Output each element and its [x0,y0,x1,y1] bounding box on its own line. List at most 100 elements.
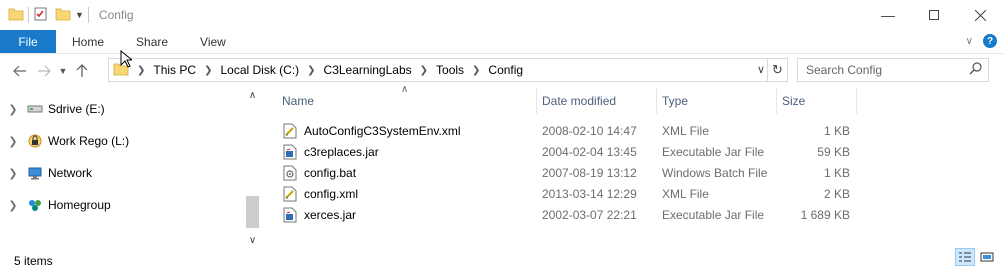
scroll-down-icon[interactable]: ∨ [244,235,261,246]
customize-qat-icon[interactable]: ▼ [75,10,84,20]
tab-file[interactable]: File [0,30,56,53]
homegroup-icon [26,197,44,213]
sidebar-item-work-rego[interactable]: ❯ Work Rego (L:) [0,129,240,153]
window-controls: — [865,0,1003,30]
chevron-right-icon[interactable]: ❯ [472,65,480,76]
file-name[interactable]: c3replaces.jar [304,145,379,159]
ribbon-right-controls: ∨ ? [966,34,997,48]
table-row[interactable]: config.bat 2007-08-19 13:12 Windows Batc… [276,162,856,183]
expand-icon[interactable]: ❯ [0,103,26,116]
large-icons-view-icon[interactable] [977,248,997,266]
quick-access-toolbar: ▼ [8,6,93,25]
scroll-up-icon[interactable]: ∧ [244,90,261,101]
file-size: 1 689 KB [800,207,850,222]
file-name[interactable]: config.xml [304,187,358,201]
file-date: 2008-02-10 14:47 [542,123,637,138]
file-size: 59 KB [817,144,850,159]
minimize-button[interactable]: — [865,0,911,30]
up-button[interactable] [70,59,94,83]
expand-icon[interactable]: ❯ [0,167,26,180]
file-type: Executable Jar File [662,144,765,159]
breadcrumb-local-disk[interactable]: Local Disk (C:) [220,63,299,77]
explorer-window: ▼ Config — File Home Share View ∨ ? ▼ ❯ … [0,0,1003,271]
drive-icon [26,101,44,117]
column-header-date[interactable]: Date modified [536,88,656,114]
bat-file-icon [282,165,298,181]
breadcrumb: ❯ This PC ❯ Local Disk (C:) ❯ C3Learning… [129,63,523,77]
close-button[interactable] [957,0,1003,30]
title-bar: ▼ Config — [0,0,1003,30]
address-bar[interactable]: ❯ This PC ❯ Local Disk (C:) ❯ C3Learning… [108,58,788,82]
table-row[interactable]: c3replaces.jar 2004-02-04 13:45 Executab… [276,141,856,162]
new-folder-icon[interactable] [55,7,71,24]
expand-ribbon-icon[interactable]: ∨ [966,36,973,47]
file-size: 1 KB [823,165,850,180]
chevron-right-icon[interactable]: ❯ [420,65,428,76]
view-switcher [955,248,997,266]
file-name[interactable]: AutoConfigC3SystemEnv.xml [304,124,461,138]
breadcrumb-this-pc[interactable]: This PC [153,63,196,77]
details-view-icon[interactable] [955,248,975,266]
locked-drive-icon [26,133,44,149]
sidebar-item-sdrive[interactable]: ❯ Sdrive (E:) [0,97,240,121]
file-type: Windows Batch File [662,165,768,180]
sidebar-item-label: Work Rego (L:) [48,134,130,148]
file-name[interactable]: config.bat [304,166,356,180]
file-date: 2004-02-04 13:45 [542,144,637,159]
sidebar-item-network[interactable]: ❯ Network [0,161,240,185]
navigation-pane: ❯ Sdrive (E:) ❯ Work Rego (L:) ❯ Network… [0,88,262,250]
expand-icon[interactable]: ❯ [0,135,26,148]
column-header-name[interactable]: Name [276,88,536,114]
breadcrumb-config[interactable]: Config [488,63,523,77]
file-type: XML File [662,186,709,201]
breadcrumb-tools[interactable]: Tools [436,63,464,77]
jar-file-icon [282,207,298,223]
table-row[interactable]: AutoConfigC3SystemEnv.xml 2008-02-10 14:… [276,120,856,141]
scrollbar-thumb[interactable] [246,196,259,228]
file-size: 1 KB [823,123,850,138]
maximize-button[interactable] [911,0,957,30]
navigation-scrollbar[interactable]: ∧ ∨ [244,88,261,250]
qat-divider [28,7,29,23]
item-count: 5 items [14,253,53,268]
properties-icon[interactable] [33,6,49,25]
file-name[interactable]: xerces.jar [304,208,356,222]
table-row[interactable]: xerces.jar 2002-03-07 22:21 Executable J… [276,204,856,225]
refresh-icon[interactable]: ↻ [767,59,787,81]
tab-view[interactable]: View [184,30,242,53]
column-divider[interactable] [856,88,857,114]
back-button[interactable] [8,59,32,83]
search-icon[interactable] [969,62,982,78]
column-header-type[interactable]: Type [656,88,776,114]
network-icon [26,165,44,181]
xml-file-icon [282,186,298,202]
qat-divider [87,7,89,23]
sidebar-item-label: Homegroup [48,198,111,212]
help-icon[interactable]: ? [983,34,997,48]
sidebar-item-homegroup[interactable]: ❯ Homegroup [0,193,240,217]
forward-button[interactable] [32,59,56,83]
search-input[interactable]: Search Config [797,58,989,82]
sidebar-item-label: Sdrive (E:) [48,102,105,116]
status-bar: 5 items [0,250,1003,271]
file-type: XML File [662,123,709,138]
expand-icon[interactable]: ❯ [0,199,26,212]
table-row[interactable]: config.xml 2013-03-14 12:29 XML File 2 K… [276,183,856,204]
address-dropdown-icon[interactable]: ∨ [757,63,765,76]
chevron-right-icon[interactable]: ❯ [204,65,212,76]
file-date: 2002-03-07 22:21 [542,207,637,222]
column-header-size[interactable]: Size [776,88,856,114]
file-date: 2013-03-14 12:29 [542,186,637,201]
navigation-bar: ▼ ❯ This PC ❯ Local Disk (C:) ❯ C3Learni… [0,58,1003,84]
sidebar-item-label: Network [48,166,93,180]
jar-file-icon [282,144,298,160]
chevron-right-icon[interactable]: ❯ [307,65,315,76]
breadcrumb-c3learninglabs[interactable]: C3LearningLabs [324,63,412,77]
tab-home[interactable]: Home [56,30,120,53]
window-title: Config [98,8,134,22]
chevron-right-icon[interactable]: ❯ [137,65,145,76]
file-date: 2007-08-19 13:12 [542,165,637,180]
recent-locations-button[interactable]: ▼ [56,59,70,83]
search-placeholder: Search Config [806,63,883,77]
mouse-cursor-icon [120,49,134,71]
